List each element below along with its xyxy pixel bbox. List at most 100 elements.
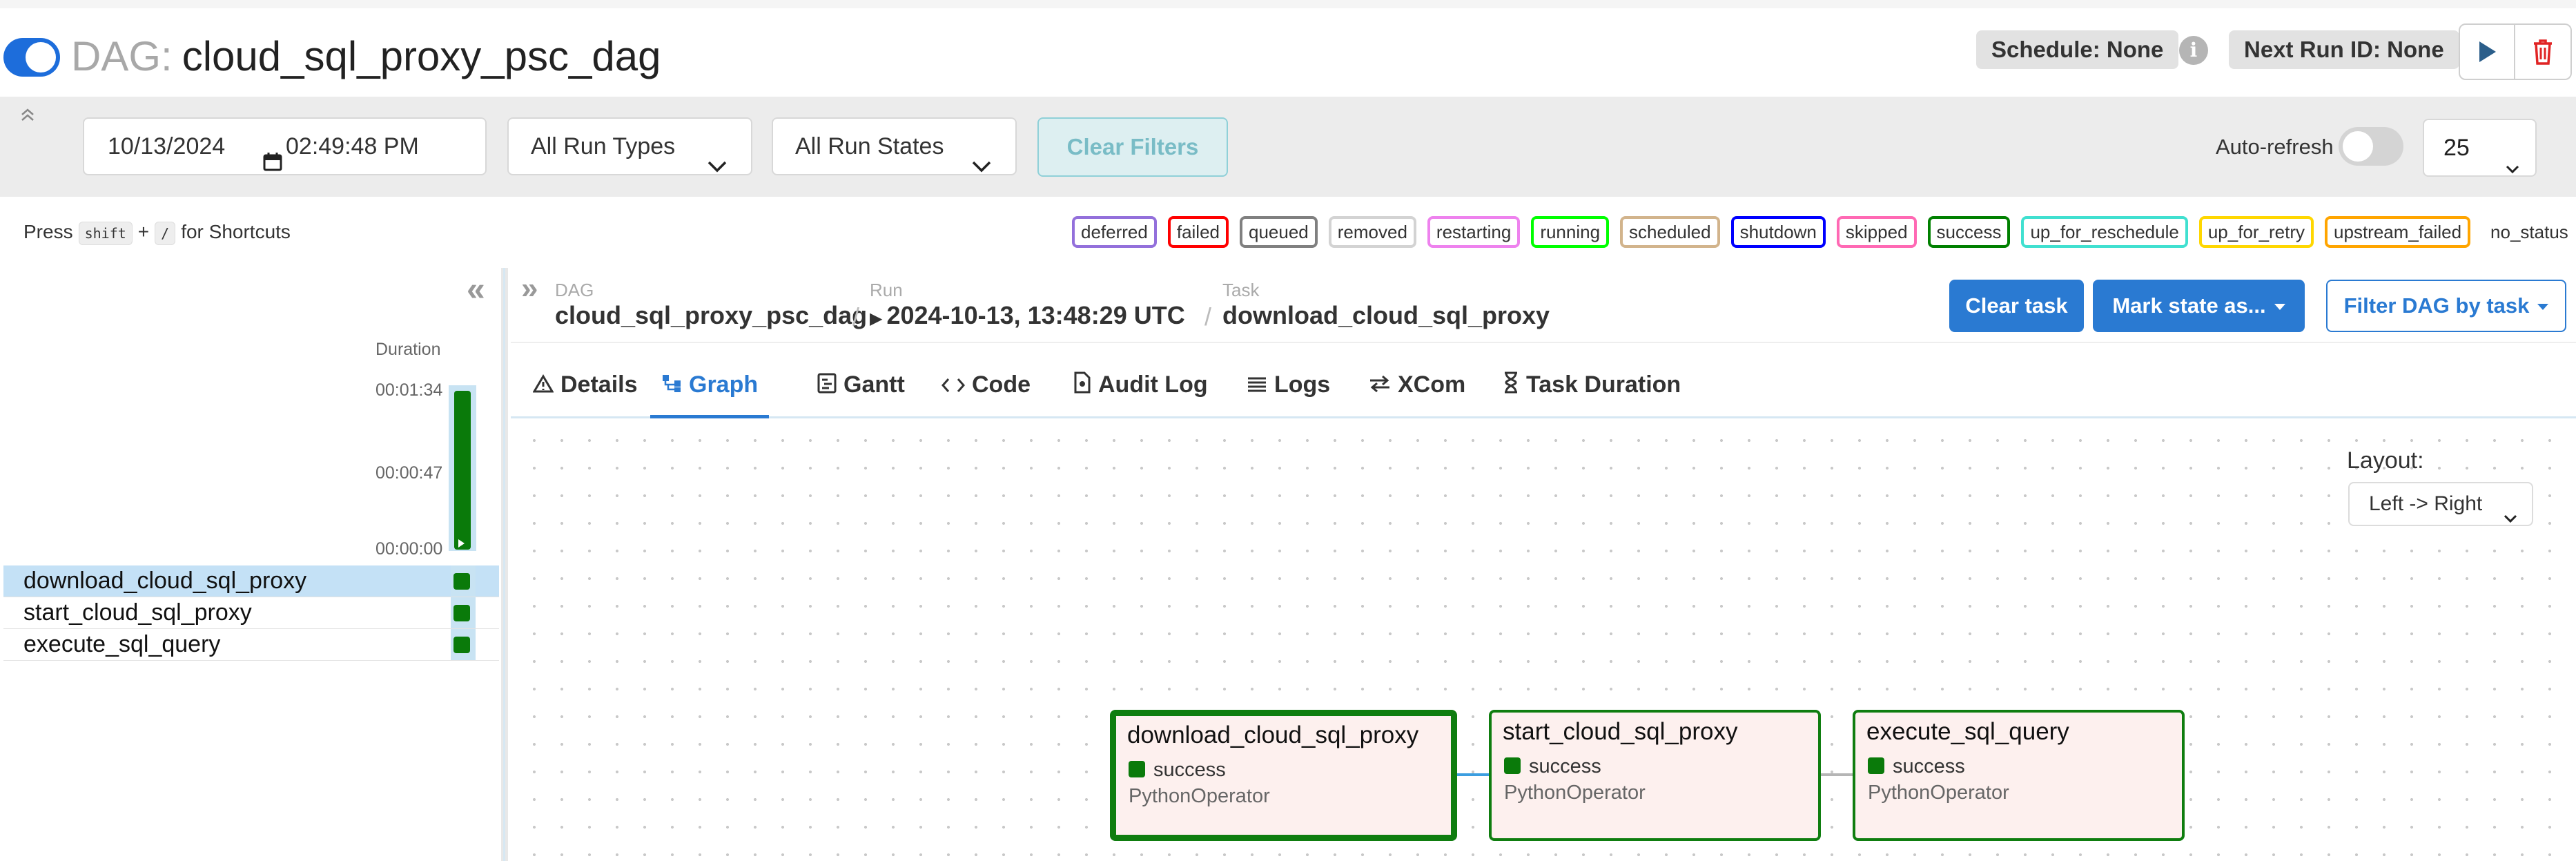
tab-gantt[interactable]: Gantt: [806, 362, 916, 418]
legend-chip-queued[interactable]: queued: [1240, 216, 1318, 248]
date-value: 10/13/2024: [108, 133, 226, 159]
tab-graph[interactable]: Graph: [650, 362, 770, 418]
task-instance-square[interactable]: [453, 605, 470, 621]
tab-task-duration[interactable]: Task Duration: [1492, 362, 1692, 418]
tab-xcom[interactable]: XCom: [1358, 362, 1476, 418]
breadcrumb-task[interactable]: Task download_cloud_sql_proxy: [1222, 280, 1550, 331]
run-types-select[interactable]: All Run Types: [507, 117, 752, 175]
run-types-value: All Run Types: [531, 133, 676, 159]
mark-state-label: Mark state as...: [2112, 293, 2266, 318]
filter-bar: 10/13/2024 02:49:48 PM All Run Types All…: [0, 97, 2576, 197]
breadcrumb-task-value: download_cloud_sql_proxy: [1222, 301, 1550, 329]
page-size-select[interactable]: 25: [2423, 119, 2537, 177]
node-state: success: [1129, 759, 1226, 782]
chevron-down-icon: [2505, 139, 2520, 195]
legend-chip-deferred[interactable]: deferred: [1072, 216, 1157, 248]
legend-chip-success[interactable]: success: [1927, 216, 2011, 248]
filter-dag-label: Filter DAG by task: [2343, 293, 2530, 318]
top-strip: [0, 0, 2576, 8]
warning-icon: [532, 363, 554, 409]
base-date-input[interactable]: 10/13/2024 02:49:48 PM: [83, 117, 540, 175]
breadcrumb-separator: /: [1204, 302, 1212, 331]
run-duration-bar[interactable]: [454, 391, 471, 550]
auto-refresh-label: Auto-refresh: [2216, 135, 2334, 159]
legend-chip-removed[interactable]: removed: [1328, 216, 1416, 248]
panel-divider[interactable]: [501, 268, 508, 861]
list-icon: [1247, 363, 1267, 409]
trigger-dag-button[interactable]: [2459, 23, 2515, 80]
shortcut-key-shift: shift: [78, 221, 133, 245]
legend-chip-skipped[interactable]: skipped: [1836, 216, 1917, 248]
task-row[interactable]: download_cloud_sql_proxy: [3, 565, 499, 597]
tab-code[interactable]: Code: [930, 362, 1042, 418]
layout-select[interactable]: Left -> Right: [2348, 482, 2533, 526]
task-row[interactable]: start_cloud_sql_proxy: [3, 597, 499, 629]
breadcrumb-task-label: Task: [1222, 280, 1260, 300]
mark-state-button[interactable]: Mark state as...: [2093, 280, 2305, 332]
tab-label: XCom: [1398, 371, 1466, 398]
breadcrumb-dag-label: DAG: [555, 280, 594, 300]
graph-node-download-cloud-sql-proxy[interactable]: download_cloud_sql_proxy success PythonO…: [1110, 710, 1457, 841]
caret-down-icon: [2537, 304, 2549, 311]
legend-chip-no-status[interactable]: no_status: [2481, 216, 2576, 248]
collapse-grid-icon[interactable]: «: [467, 273, 485, 307]
legend-chip-running[interactable]: running: [1531, 216, 1610, 248]
play-icon: [2479, 41, 2496, 62]
legend-chip-failed[interactable]: failed: [1167, 216, 1229, 248]
graph-edge: [1454, 773, 1489, 776]
collapse-filters-icon[interactable]: [19, 106, 36, 126]
shortcut-key-slash: /: [155, 221, 176, 245]
dag-prefix: DAG:: [71, 33, 173, 79]
task-instance-square[interactable]: [453, 637, 470, 653]
task-instance-square[interactable]: [453, 573, 470, 590]
legend-chip-upstream-failed[interactable]: upstream_failed: [2325, 216, 2471, 248]
task-row[interactable]: execute_sql_query: [3, 629, 499, 661]
chevron-down-icon: [2503, 497, 2518, 539]
tab-label: Task Duration: [1526, 371, 1681, 398]
dag-name: cloud_sql_proxy_psc_dag: [182, 33, 661, 79]
legend-chip-shutdown[interactable]: shutdown: [1730, 216, 1826, 248]
auto-refresh-toggle[interactable]: [2339, 127, 2403, 166]
breadcrumb-dag[interactable]: DAG cloud_sql_proxy_psc_dag: [555, 280, 867, 331]
task-name: execute_sql_query: [23, 631, 221, 657]
tab-label: Audit Log: [1098, 371, 1208, 398]
legend-chip-up-for-retry[interactable]: up_for_retry: [2198, 216, 2314, 248]
breadcrumb-divider: [511, 342, 2576, 343]
duration-label: Duration: [375, 340, 441, 359]
calendar-icon[interactable]: [262, 137, 283, 192]
duration-tick: 00:01:34: [375, 380, 443, 400]
filter-dag-button[interactable]: Filter DAG by task: [2326, 280, 2566, 332]
duration-tick: 00:00:47: [375, 463, 443, 483]
chevron-down-icon: [971, 138, 992, 193]
tab-label: Logs: [1274, 371, 1331, 398]
layout-value: Left -> Right: [2369, 492, 2483, 515]
dag-toggle[interactable]: [3, 38, 60, 77]
layout-label: Layout:: [2347, 447, 2424, 474]
clear-filters-button[interactable]: Clear Filters: [1037, 117, 1228, 177]
node-operator: PythonOperator: [1504, 782, 1646, 804]
legend-chip-up-for-reschedule[interactable]: up_for_reschedule: [2021, 216, 2188, 248]
node-state-text: success: [1893, 755, 1965, 777]
tab-audit-log[interactable]: Audit Log: [1062, 362, 1219, 418]
triangle-right-icon: ▶: [870, 309, 883, 328]
graph-node-start-cloud-sql-proxy[interactable]: start_cloud_sql_proxy success PythonOper…: [1489, 710, 1821, 841]
clear-task-button[interactable]: Clear task: [1949, 280, 2084, 332]
expand-grid-icon[interactable]: »: [521, 273, 538, 304]
graph-node-execute-sql-query[interactable]: execute_sql_query success PythonOperator: [1853, 710, 2185, 841]
graph-canvas[interactable]: Layout: Left -> Right download_cloud_sql…: [511, 418, 2576, 861]
legend-chip-scheduled[interactable]: scheduled: [1620, 216, 1720, 248]
shortcut-plus: +: [137, 221, 150, 242]
task-name: start_cloud_sql_proxy: [23, 599, 252, 626]
tab-details[interactable]: Details: [522, 362, 649, 418]
gantt-icon: [817, 363, 837, 409]
info-icon[interactable]: i: [2179, 36, 2208, 65]
duration-tick: 00:00:00: [375, 539, 443, 559]
node-state-text: success: [1529, 755, 1601, 777]
legend-chip-restarting[interactable]: restarting: [1427, 216, 1521, 248]
breadcrumb-run[interactable]: Run ▶ 2024-10-13, 13:48:29 UTC: [870, 280, 1185, 334]
page-title: DAG: cloud_sql_proxy_psc_dag: [71, 29, 661, 84]
delete-dag-button[interactable]: [2515, 23, 2572, 80]
status-square-icon: [1868, 757, 1884, 775]
run-states-select[interactable]: All Run States: [772, 117, 1017, 175]
tab-logs[interactable]: Logs: [1236, 362, 1341, 418]
